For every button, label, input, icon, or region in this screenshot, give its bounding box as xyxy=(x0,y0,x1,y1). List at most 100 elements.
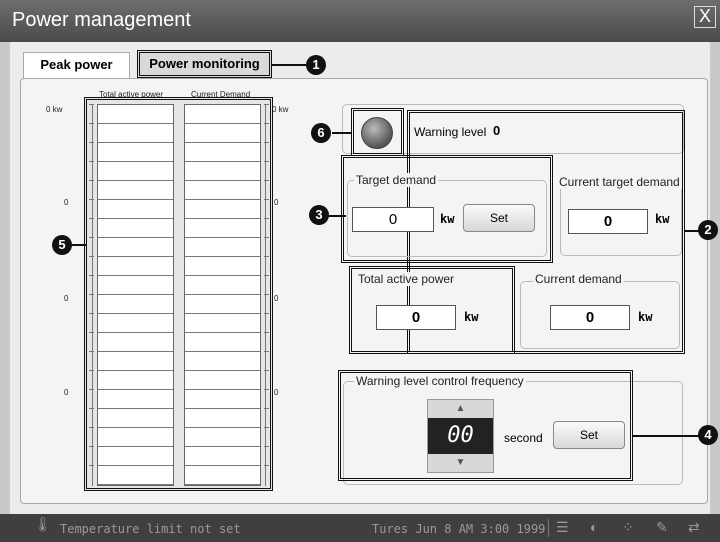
bar-cell xyxy=(98,238,173,257)
scale-left-3: 0 xyxy=(64,388,69,397)
axis-tick xyxy=(89,427,94,428)
target-demand-unit: kw xyxy=(440,212,455,226)
axis-tick xyxy=(264,256,269,257)
axis-tick xyxy=(89,256,94,257)
axis-tick xyxy=(89,465,94,466)
target-demand-input[interactable]: 0 xyxy=(352,207,434,232)
axis-tick xyxy=(264,142,269,143)
axis-tick xyxy=(89,104,94,105)
thermometer-icon: 🌡 xyxy=(34,516,52,532)
divider xyxy=(548,519,549,537)
target-set-button[interactable]: Set xyxy=(463,204,535,232)
callout-line xyxy=(332,132,352,134)
axis-tick xyxy=(264,313,269,314)
bar-cell xyxy=(185,352,260,371)
close-button[interactable]: X xyxy=(694,6,716,28)
bar-cell xyxy=(98,219,173,238)
callout-line xyxy=(272,64,307,66)
current-demand-title: Current demand xyxy=(533,272,624,286)
axis-tick xyxy=(264,427,269,428)
bar-cell xyxy=(98,295,173,314)
total-active-power-bar xyxy=(97,104,174,486)
bar-cell xyxy=(185,314,260,333)
status-bar: 🌡 Temperature limit not set Tures Jun 8 … xyxy=(0,514,720,542)
chevron-up-icon[interactable]: ▲ xyxy=(428,400,493,418)
total-active-title: Total active power xyxy=(356,272,457,286)
axis-tick xyxy=(264,389,269,390)
bar-cell xyxy=(98,143,173,162)
bar-cell xyxy=(98,352,173,371)
callout-3: 3 xyxy=(309,205,329,225)
axis-tick xyxy=(89,180,94,181)
axis-tick xyxy=(264,275,269,276)
chevron-down-icon[interactable]: ▼ xyxy=(428,454,493,472)
current-target-value: 0 xyxy=(568,209,648,234)
frequency-stepper: ▲ 00 ▼ xyxy=(427,399,494,473)
callout-5: 5 xyxy=(52,235,72,255)
bar-cell xyxy=(185,143,260,162)
status-message: Temperature limit not set xyxy=(60,522,241,536)
total-active-value: 0 xyxy=(376,305,456,330)
total-active-unit: kw xyxy=(464,310,479,324)
bar-cell xyxy=(185,257,260,276)
axis-tick xyxy=(264,351,269,352)
bar-cell xyxy=(185,466,260,485)
bar-cell xyxy=(185,371,260,390)
axis-tick xyxy=(89,332,94,333)
bar-cell xyxy=(185,105,260,124)
bar-cell xyxy=(98,162,173,181)
axis-tick xyxy=(264,123,269,124)
tab-power-monitoring[interactable]: Power monitoring xyxy=(137,50,272,78)
tab-peak-power[interactable]: Peak power xyxy=(23,52,130,78)
axis-tick xyxy=(264,465,269,466)
warning-level-label: Warning level xyxy=(414,125,487,139)
bar-cell xyxy=(185,219,260,238)
axis-tick xyxy=(89,275,94,276)
brush-icon: ✎ xyxy=(656,519,668,535)
frequency-value[interactable]: 00 xyxy=(428,418,493,454)
bar-cell xyxy=(185,333,260,352)
bar-cell xyxy=(98,447,173,466)
frequency-title: Warning level control frequency xyxy=(354,374,526,388)
callout-line xyxy=(70,244,86,246)
scale-right-2: 0 xyxy=(274,294,279,303)
current-demand-bar xyxy=(184,104,261,486)
bar-cell xyxy=(185,409,260,428)
status-datetime: Tures Jun 8 AM 3:00 1999 xyxy=(372,522,546,536)
axis-tick xyxy=(264,332,269,333)
bar-cell xyxy=(98,390,173,409)
bar-cell xyxy=(185,390,260,409)
scale-top-right: 0 kw xyxy=(272,105,289,114)
bar-cell xyxy=(98,181,173,200)
frequency-unit: second xyxy=(504,431,543,445)
bar-cell xyxy=(98,371,173,390)
bar-cell xyxy=(98,314,173,333)
callout-6: 6 xyxy=(311,123,331,143)
axis-tick xyxy=(264,161,269,162)
scale-left-1: 0 xyxy=(64,198,69,207)
axis-tick xyxy=(89,370,94,371)
axis-tick xyxy=(89,389,94,390)
bar-cell xyxy=(98,124,173,143)
axis-tick xyxy=(89,313,94,314)
scale-top-left: 0 kw xyxy=(46,105,63,114)
axis-tick xyxy=(264,408,269,409)
bar-cell xyxy=(98,409,173,428)
axis-tick xyxy=(264,237,269,238)
axis-tick xyxy=(89,123,94,124)
axis-tick xyxy=(264,180,269,181)
bar-cell xyxy=(185,238,260,257)
axis-tick xyxy=(89,142,94,143)
frequency-set-button[interactable]: Set xyxy=(553,421,625,449)
callout-2: 2 xyxy=(698,220,718,240)
axis-tick xyxy=(89,199,94,200)
axis-tick xyxy=(89,351,94,352)
scale-right-3: 0 xyxy=(274,388,279,397)
bar-cell xyxy=(185,162,260,181)
list-icon: ☰ xyxy=(556,519,569,535)
bar-cell xyxy=(185,200,260,219)
axis-tick xyxy=(89,218,94,219)
warning-lamp xyxy=(361,117,393,149)
axis-tick xyxy=(264,370,269,371)
warning-level-value: 0 xyxy=(493,123,501,138)
